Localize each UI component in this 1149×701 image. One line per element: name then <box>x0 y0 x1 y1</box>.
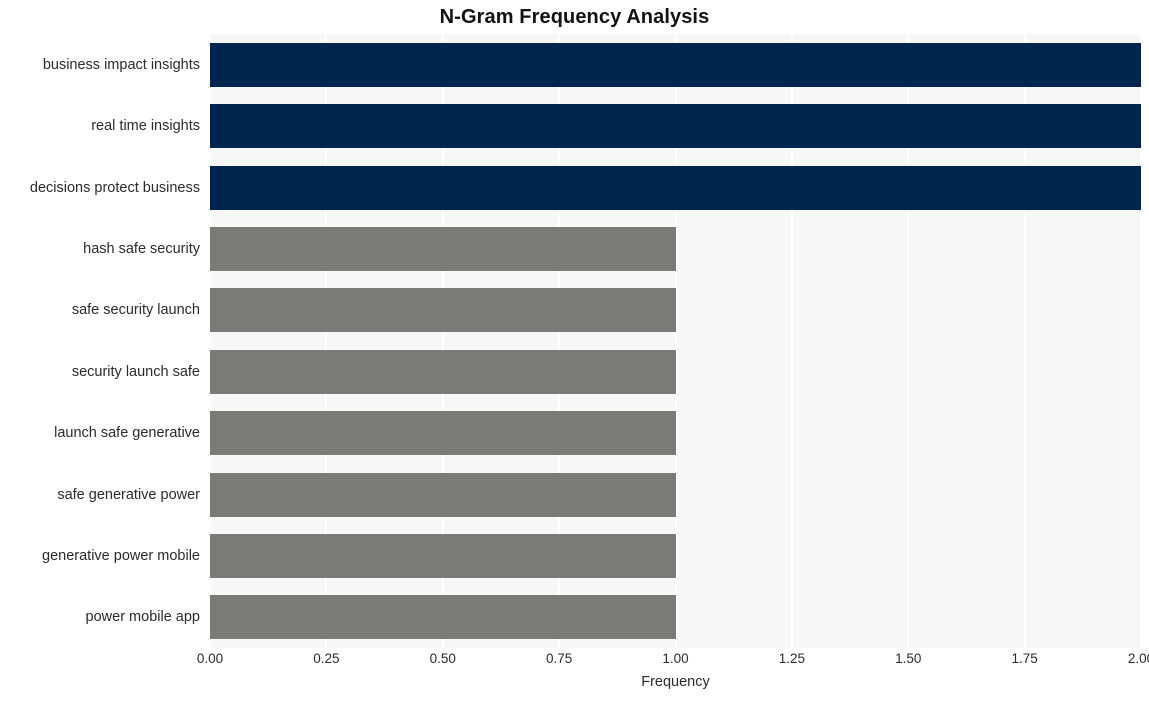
bar <box>210 226 676 271</box>
chart-title: N-Gram Frequency Analysis <box>439 6 710 28</box>
x-tick-label: 0.75 <box>545 651 573 666</box>
plot-area <box>210 34 1141 648</box>
x-tick-label: 1.25 <box>778 651 806 666</box>
y-tick-label: real time insights <box>91 118 200 135</box>
x-tick-label: 0.25 <box>313 651 340 666</box>
y-tick-label: safe generative power <box>57 486 200 503</box>
x-axis-tick-labels: 0.00 0.25 0.50 0.75 1.00 1.25 1.50 1.75 2.00 <box>197 651 1149 673</box>
bar <box>210 533 676 578</box>
x-tick-label: 1.00 <box>662 651 689 666</box>
y-tick-label: business impact insights <box>42 56 200 73</box>
bar <box>210 349 676 394</box>
bar <box>210 411 676 456</box>
y-tick-label: decisions protect business <box>29 179 200 196</box>
x-axis-label: Frequency <box>641 674 710 690</box>
bar <box>210 104 1141 149</box>
x-tick-label: 2.00 <box>1127 651 1149 666</box>
x-tick-label: 0.50 <box>429 651 456 666</box>
x-tick-label: 1.75 <box>1011 651 1038 666</box>
bar <box>210 595 676 640</box>
y-axis-tick-labels: business impact insights real time insigh… <box>0 34 204 648</box>
bar <box>210 165 1141 210</box>
y-tick-label: launch safe generative <box>54 425 200 442</box>
y-tick-label: generative power mobile <box>42 547 200 564</box>
y-tick-label: hash safe security <box>83 240 200 257</box>
y-tick-label: power mobile app <box>85 609 200 626</box>
x-tick-label: 1.50 <box>895 651 922 666</box>
chart-figure: N-Gram Frequency Analysis business impac… <box>0 0 1149 701</box>
y-tick-label: safe security launch <box>71 302 200 319</box>
bar <box>210 472 676 517</box>
bar <box>210 288 676 333</box>
x-tick-label: 0.00 <box>196 651 224 666</box>
y-tick-label: security launch safe <box>71 363 200 380</box>
bar <box>210 42 1141 87</box>
